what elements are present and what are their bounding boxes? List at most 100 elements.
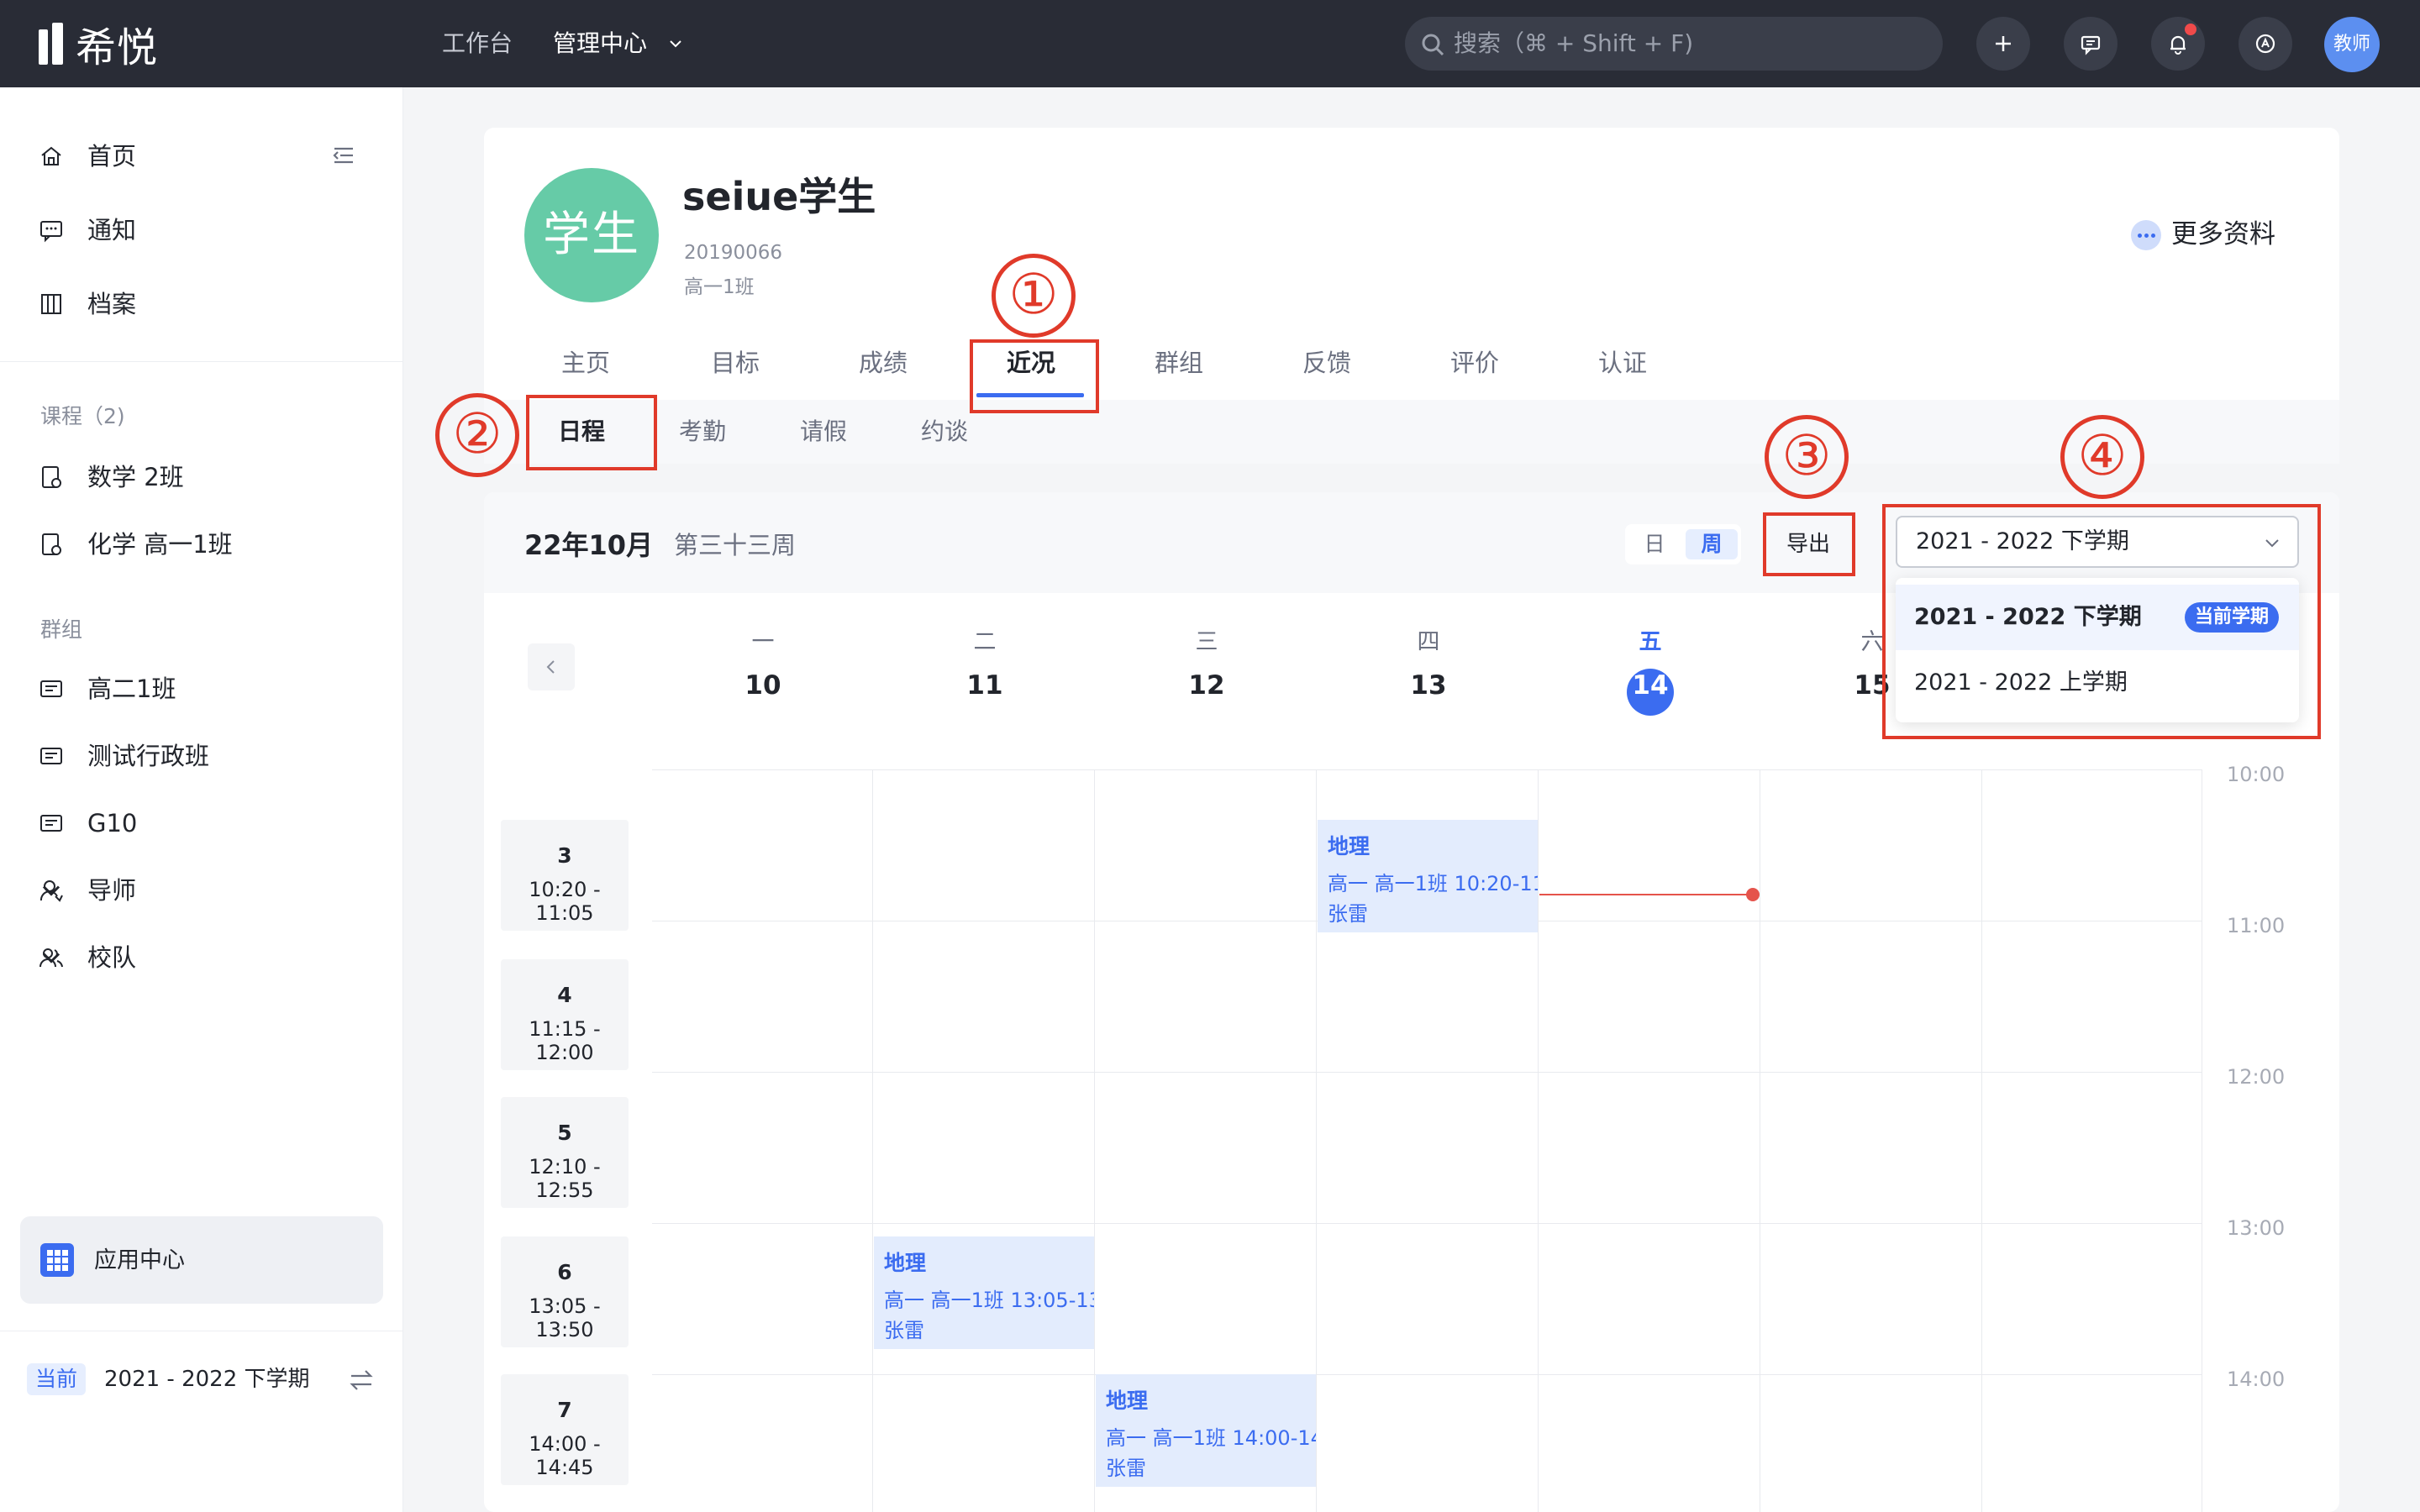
term-option-label: 2021 - 2022 下学期 (1914, 604, 2142, 630)
period-number: 6 (557, 1260, 572, 1284)
sidebar-item-mentor[interactable]: 导师 (39, 867, 366, 914)
subtab-interview[interactable]: 约谈 (921, 412, 968, 452)
sidebar-item-group-class[interactable]: 高二1班 (39, 665, 366, 712)
messages-button[interactable] (2064, 17, 2118, 71)
current-time-line (1539, 894, 1753, 895)
logo-mark-icon (39, 23, 67, 65)
sidebar-item-group-g10[interactable]: G10 (39, 800, 366, 847)
tab-grades[interactable]: 成绩 (855, 343, 911, 383)
sidebar-item-label: 测试行政班 (87, 742, 210, 770)
logo[interactable]: 希悦 (39, 20, 158, 71)
profile-name: seiue学生 (682, 174, 876, 219)
hour-label: 14:00 (2227, 1368, 2286, 1391)
period-number: 7 (557, 1398, 572, 1422)
sidebar-divider (0, 361, 403, 362)
tab-evaluation[interactable]: 评价 (1447, 343, 1502, 383)
period-time: 14:00 - 14:45 (529, 1432, 601, 1479)
day-number[interactable]: 11 (960, 670, 1010, 701)
day-number[interactable]: 12 (1181, 670, 1232, 701)
sidebar-item-label: 校队 (87, 943, 137, 972)
tab-goals[interactable]: 目标 (708, 343, 763, 383)
sidebar-item-team[interactable]: 校队 (39, 934, 366, 981)
period-block: 6 13:05 - 13:50 (501, 1236, 629, 1347)
day-name: 一 (751, 629, 775, 655)
chevron-down-icon[interactable] (39, 945, 64, 970)
period-time: 12:10 - 12:55 (529, 1155, 601, 1202)
app-center-button[interactable]: 应用中心 (20, 1216, 383, 1304)
sidebar-item-course-chemistry[interactable]: 化学 高一1班 (39, 521, 366, 568)
period-block: 3 10:20 - 11:05 (501, 820, 629, 931)
nav-admin-center[interactable]: 管理中心 (553, 25, 696, 62)
subtab-leave[interactable]: 请假 (800, 412, 847, 452)
chat-icon (2081, 35, 2101, 55)
sidebar-item-label: G10 (87, 809, 138, 837)
chevron-down-icon[interactable] (39, 878, 64, 903)
event-card[interactable]: 地理 高一 高一1班 13:05-13:50 张雷 (874, 1236, 1094, 1349)
sidebar-item-archive[interactable]: 档案 (39, 281, 366, 328)
event-card[interactable]: 地理 高一 高一1班 14:00-14:45 张雷 (1096, 1374, 1316, 1487)
period-time: 11:15 - 12:00 (529, 1017, 601, 1064)
sidebar-item-home[interactable]: 首页 (39, 133, 366, 180)
period-number: 5 (557, 1121, 572, 1145)
day-number[interactable]: 10 (738, 670, 788, 701)
term-option[interactable]: 2021 - 2022 上学期 (1896, 650, 2299, 716)
sidebar-item-label: 数学 2班 (87, 463, 184, 491)
term-option-current[interactable]: 2021 - 2022 下学期 当前学期 (1896, 585, 2299, 650)
grid-line (652, 769, 2202, 770)
course-icon (42, 466, 61, 488)
tab-home[interactable]: 主页 (558, 343, 613, 383)
prev-week-button[interactable] (528, 643, 575, 690)
day-number-today[interactable]: 14 (1625, 670, 1676, 701)
tab-feedback[interactable]: 反馈 (1299, 343, 1355, 383)
event-class: 高一 高一1班 13:05-13:50 (884, 1289, 1094, 1312)
view-day-button[interactable]: 日 (1628, 524, 1681, 564)
notification-dot (2185, 24, 2196, 35)
user-avatar[interactable]: 教师 (2324, 17, 2380, 72)
group-card-icon (40, 680, 62, 697)
tab-certification[interactable]: 认证 (1595, 343, 1650, 383)
sidebar-item-label: 导师 (87, 876, 137, 905)
home-icon (41, 146, 61, 165)
grid-column-line (1981, 769, 1982, 1512)
subtab-attendance[interactable]: 考勤 (679, 412, 726, 452)
notifications-button[interactable] (2151, 17, 2205, 71)
current-term-tag: 当前学期 (2184, 602, 2279, 633)
day-name-today: 五 (1639, 629, 1662, 655)
swap-icon[interactable] (348, 1367, 375, 1394)
annotation-number-4: ④ (2060, 415, 2144, 499)
more-info-button[interactable]: 更多资料 (2131, 215, 2275, 254)
day-number[interactable]: 13 (1403, 670, 1454, 701)
event-card[interactable]: 地理 高一 高一1班 10:20-11:05 张雷 (1318, 820, 1538, 932)
annotation-box-3 (1763, 512, 1855, 576)
event-class: 高一 高一1班 10:20-11:05 (1328, 872, 1538, 895)
period-number: 4 (557, 983, 572, 1007)
student-id: 20190066 (684, 242, 783, 264)
view-week-button[interactable]: 周 (1686, 529, 1738, 559)
collapse-sidebar-icon[interactable] (329, 141, 358, 170)
sidebar-item-group-test[interactable]: 测试行政班 (39, 732, 366, 780)
event-teacher: 张雷 (884, 1319, 924, 1342)
annotation-number-2: ② (435, 393, 519, 477)
search-input[interactable]: 搜索（⌘ + Shift + F) (1405, 17, 1943, 71)
current-time-dot (1746, 888, 1760, 901)
profile-settings-button[interactable] (2238, 17, 2292, 71)
add-button[interactable] (1976, 17, 2030, 71)
sidebar-item-notice[interactable]: 通知 (39, 207, 366, 254)
sidebar-item-label: 首页 (87, 142, 137, 171)
grid-column-line (872, 769, 873, 1512)
tab-groups[interactable]: 群组 (1151, 343, 1207, 383)
sidebar-item-course-math[interactable]: 数学 2班 (39, 454, 366, 501)
event-subject: 地理 (884, 1251, 927, 1275)
more-dots-icon (2131, 220, 2161, 250)
nav-admin-center-label: 管理中心 (553, 29, 648, 57)
grid-column-line (1316, 769, 1317, 1512)
nav-workbench[interactable]: 工作台 (442, 25, 513, 62)
grid-line (652, 1374, 2202, 1375)
chevron-down-icon (670, 40, 681, 48)
search-placeholder: 搜索（⌘ + Shift + F) (1454, 29, 1694, 57)
student-class: 高一1班 (684, 276, 755, 298)
sidebar-item-label: 化学 高一1班 (87, 530, 233, 559)
sidebar-item-label: 通知 (87, 216, 137, 244)
profile-avatar: 学生 (524, 168, 659, 302)
group-card-icon (40, 748, 62, 764)
